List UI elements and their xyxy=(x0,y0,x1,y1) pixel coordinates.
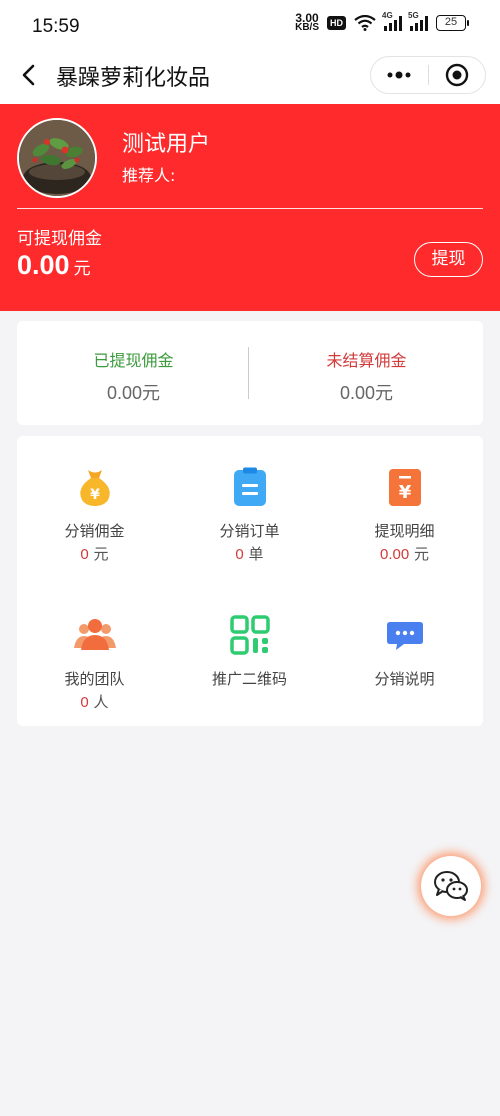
menu-value: 0 元 xyxy=(17,543,172,564)
mini-program-capsule xyxy=(370,56,486,94)
chat-bubble-icon xyxy=(386,622,423,650)
nav-bar: 暴躁萝莉化妆品 xyxy=(0,50,500,104)
clipboard-icon xyxy=(233,467,266,506)
menu-label: 我的团队 xyxy=(64,670,125,688)
money-bag-icon: ¥ xyxy=(79,470,110,506)
hd-icon: HD xyxy=(327,16,346,30)
unsettled-commission-label: 未结算佣金 xyxy=(326,351,407,370)
network-speed-unit: KB/S xyxy=(295,22,319,33)
menu-distribution-commission[interactable]: ¥ 分销佣金 0 元 xyxy=(17,466,172,564)
svg-text:¥: ¥ xyxy=(90,487,100,503)
receipt-icon: ¥ xyxy=(388,469,421,506)
signal-4g-icon: 4G xyxy=(382,11,402,31)
withdraw-button[interactable]: 提现 xyxy=(414,242,483,277)
battery-icon: 25 xyxy=(436,15,469,31)
target-circle-icon xyxy=(445,63,468,87)
menu-value-unit: 人 xyxy=(93,693,109,711)
referrer-label: 推荐人: xyxy=(122,166,176,185)
unsettled-commission: 未结算佣金 0.00元 xyxy=(250,347,483,405)
withdrawable-amount-unit: 元 xyxy=(73,259,91,279)
menu-distribution-orders[interactable]: 分销订单 0 单 xyxy=(172,466,327,564)
stats-divider xyxy=(248,347,249,399)
qr-code-icon xyxy=(229,615,270,655)
network-speed: 3.00 KB/S xyxy=(295,12,319,33)
menu-value: 0 单 xyxy=(172,543,327,564)
menu-value: 0 人 xyxy=(17,691,172,712)
withdrawable-amount-value: 0.00 xyxy=(17,250,70,280)
commission-stats-card: 已提现佣金 0.00元 未结算佣金 0.00元 xyxy=(17,321,483,425)
menu-label: 提现明细 xyxy=(374,522,435,540)
menu-label: 推广二维码 xyxy=(211,670,287,688)
team-icon xyxy=(73,619,116,650)
menu-value: 0.00 元 xyxy=(327,543,482,564)
menu-label: 分销订单 xyxy=(219,522,280,540)
signal-5g-icon: 5G xyxy=(408,11,428,31)
page-title: 暴躁萝莉化妆品 xyxy=(56,66,211,91)
withdrawable-amount: 0.00 元 xyxy=(17,250,91,281)
menu-promo-qr-code[interactable]: 推广二维码 xyxy=(172,614,327,689)
more-button[interactable] xyxy=(371,57,428,93)
chevron-left-icon xyxy=(22,64,35,86)
status-icons: 3.00 KB/S HD 4G 5G 25 xyxy=(295,11,469,33)
wifi-icon xyxy=(354,15,376,31)
menu-value-unit: 元 xyxy=(413,545,429,563)
menu-my-team[interactable]: 我的团队 0 人 xyxy=(17,614,172,712)
menu-label: 分销佣金 xyxy=(64,522,125,540)
withdrawn-commission: 已提现佣金 0.00元 xyxy=(17,347,250,405)
menu-value-unit: 元 xyxy=(93,545,109,563)
more-dots-icon xyxy=(387,71,411,79)
svg-text:¥: ¥ xyxy=(398,482,411,503)
menu-withdrawal-details[interactable]: ¥ 提现明细 0.00 元 xyxy=(327,466,482,564)
customer-service-button[interactable] xyxy=(421,856,481,916)
menu-value-number: 0.00 xyxy=(380,546,410,563)
unsettled-commission-value: 0.00元 xyxy=(339,383,394,403)
avatar[interactable] xyxy=(17,118,97,198)
wechat-icon xyxy=(434,871,468,901)
withdrawable-label: 可提现佣金 xyxy=(17,229,102,249)
menu-value-number: 0 xyxy=(80,694,89,711)
status-bar: 15:59 3.00 KB/S HD 4G 5G 25 xyxy=(0,0,500,50)
distribution-menu-card: ¥ 分销佣金 0 元 分销订单 0 单 ¥ 提现明细 0.00 元 我的团队 0… xyxy=(17,436,483,726)
back-button[interactable] xyxy=(14,60,44,90)
header-divider xyxy=(17,208,483,209)
menu-distribution-guide[interactable]: 分销说明 xyxy=(327,614,482,689)
withdrawn-commission-value: 0.00元 xyxy=(106,383,161,403)
avatar-plant-image xyxy=(19,120,95,196)
menu-value-unit: 单 xyxy=(248,545,264,563)
menu-value-number: 0 xyxy=(80,546,89,563)
commission-header: 测试用户 推荐人: 可提现佣金 0.00 元 提现 xyxy=(0,104,500,311)
close-program-button[interactable] xyxy=(429,57,486,93)
menu-label: 分销说明 xyxy=(374,670,435,688)
withdrawn-commission-label: 已提现佣金 xyxy=(93,351,174,370)
status-time: 15:59 xyxy=(32,16,80,37)
user-name: 测试用户 xyxy=(122,132,211,157)
menu-value-number: 0 xyxy=(235,546,244,563)
